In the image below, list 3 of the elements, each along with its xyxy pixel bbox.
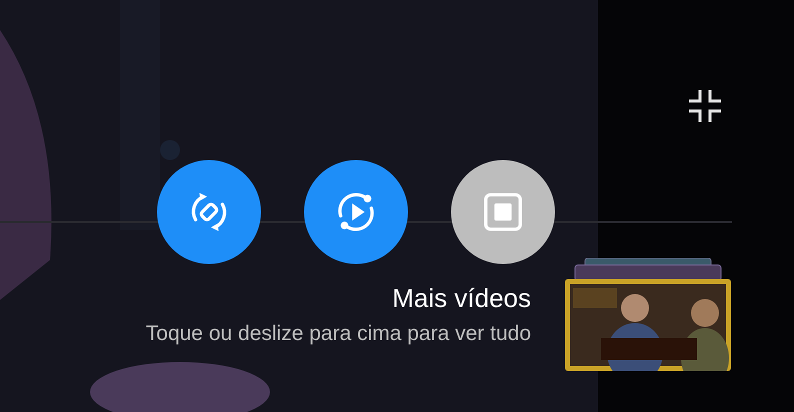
more-videos-title: Mais vídeos (392, 283, 531, 314)
exit-fullscreen-icon[interactable] (689, 90, 721, 122)
swipe-hint: Toque ou deslize para cima para ver tudo (146, 322, 531, 346)
